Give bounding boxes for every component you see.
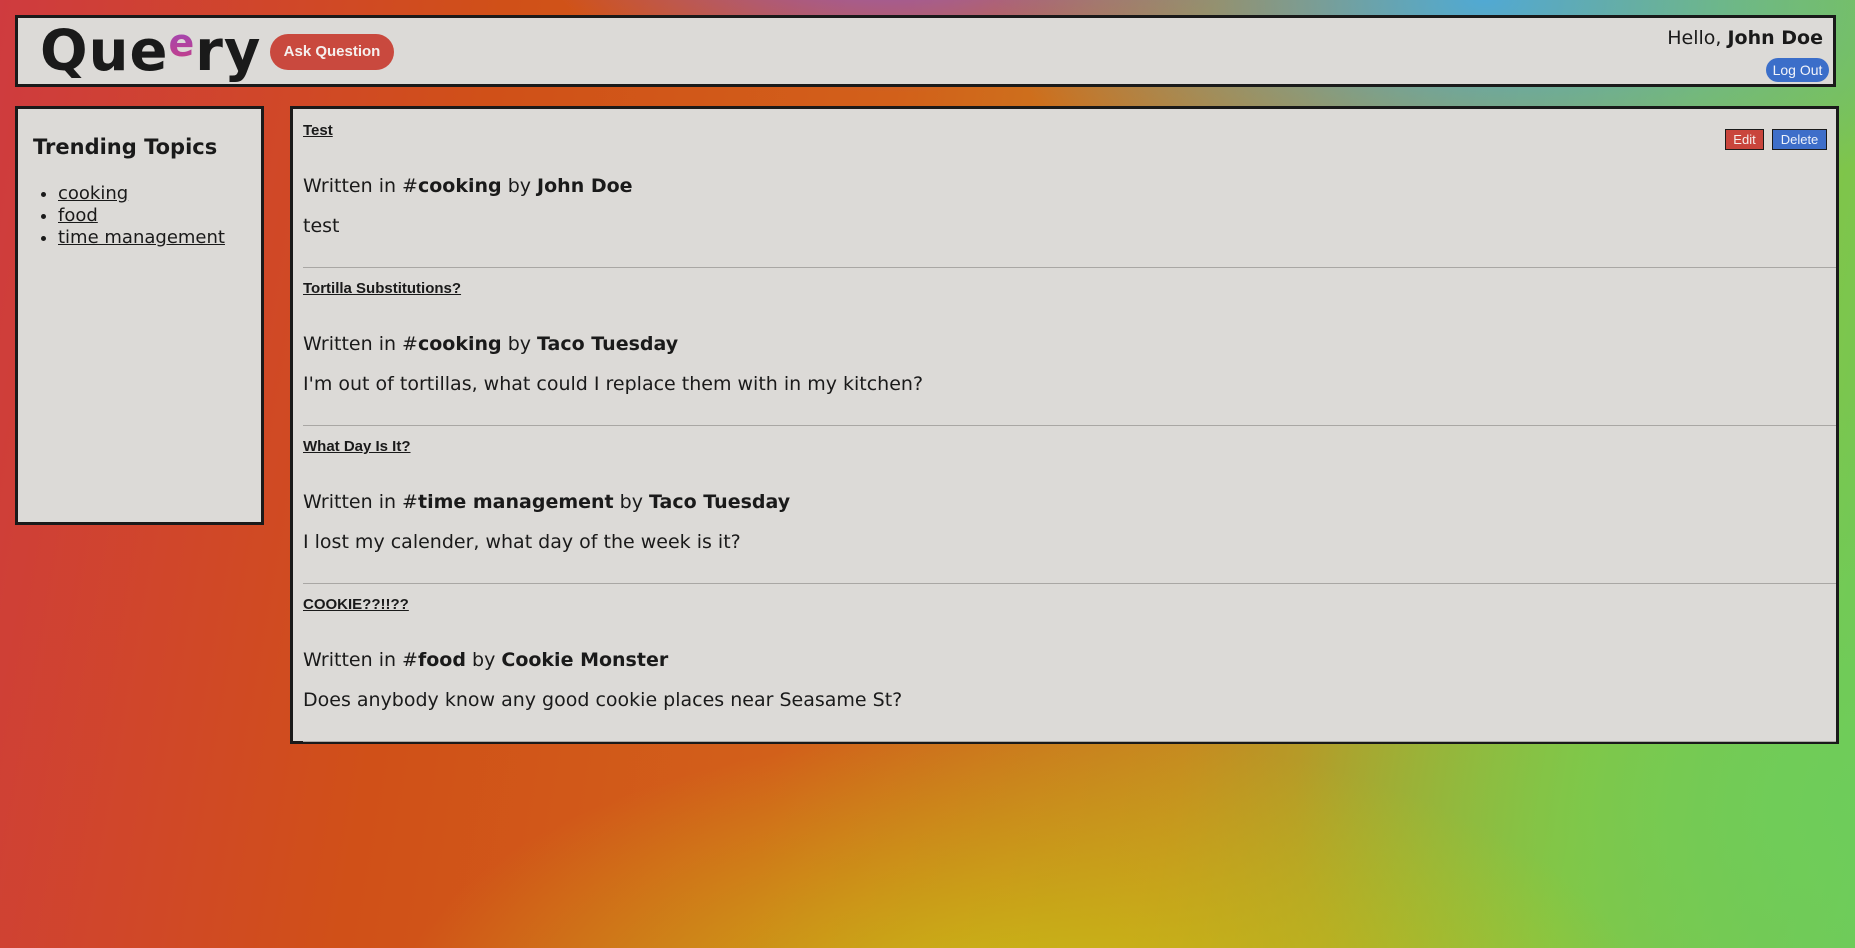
ask-question-button[interactable]: Ask Question [270,34,394,70]
post-author: Taco Tuesday [537,333,679,355]
post-body: I'm out of tortillas, what could I repla… [303,373,924,395]
post-meta-prefix: Written in # [303,491,418,513]
post-topic: cooking [417,175,502,197]
topic-list-item: time management [58,227,225,249]
site-logo[interactable]: Queery [40,19,262,87]
post-topic: food [417,649,466,671]
logo-suffix: ry [195,19,262,84]
post-title-link[interactable]: Test [303,122,333,139]
post-title-link[interactable]: COOKIE??!!?? [303,596,409,613]
post-topic: time management [417,491,614,513]
post-topic: cooking [417,333,502,355]
trending-topics-title: Trending Topics [33,135,218,159]
post-title-link[interactable]: Tortilla Substitutions? [303,280,461,297]
post-title-link[interactable]: What Day Is It? [303,438,411,455]
post-meta-by: by [507,175,531,197]
edit-post-button[interactable]: Edit [1725,129,1764,150]
topic-link-cooking[interactable]: cooking [58,183,128,204]
topic-list-item: food [58,205,225,227]
topic-list-item: cooking [58,183,225,205]
topic-link-time-management[interactable]: time management [58,227,225,248]
post-meta: Written in #food by Cookie Monster [303,649,668,671]
post-author: Taco Tuesday [649,491,791,513]
logo-letter-e: e [129,19,169,84]
post-meta-prefix: Written in # [303,333,418,355]
post-meta-by: by [619,491,643,513]
post-meta: Written in #cooking by John Doe [303,175,633,197]
topic-link-food[interactable]: food [58,205,98,226]
post-meta-prefix: Written in # [303,175,418,197]
site-header: Queery Ask Question Hello, John Doe Log … [15,15,1836,87]
greeting-text: Hello, [1667,27,1722,49]
post-body: Does anybody know any good cookie places… [303,689,903,711]
post-meta-by: by [472,649,496,671]
post-body: I lost my calender, what day of the week… [303,531,741,553]
user-greeting: Hello, John Doe [1667,27,1823,49]
user-name: John Doe [1727,27,1823,49]
post-author: John Doe [537,175,633,197]
post-meta-prefix: Written in # [303,649,418,671]
post-body: test [303,215,340,237]
post-author: Cookie Monster [501,649,669,671]
log-out-button[interactable]: Log Out [1766,58,1829,82]
delete-post-button[interactable]: Delete [1772,129,1827,150]
posts-panel: Test Edit Delete Written in #cooking by … [290,106,1839,744]
post-meta: Written in #cooking by Taco Tuesday [303,333,678,355]
post-item: COOKIE??!!?? Written in #food by Cookie … [303,583,1836,742]
post-item: Test Edit Delete Written in #cooking by … [303,109,1836,268]
logo-prefix: Qu [40,19,130,84]
logo-accent-e: e [168,13,195,73]
trending-topics-panel: Trending Topics cooking food time manage… [15,106,264,525]
post-item: Tortilla Substitutions? Written in #cook… [303,267,1836,426]
post-meta-by: by [507,333,531,355]
post-item: What Day Is It? Written in #time managem… [303,425,1836,584]
post-meta: Written in #time management by Taco Tues… [303,491,790,513]
trending-topics-list: cooking food time management [33,183,225,249]
